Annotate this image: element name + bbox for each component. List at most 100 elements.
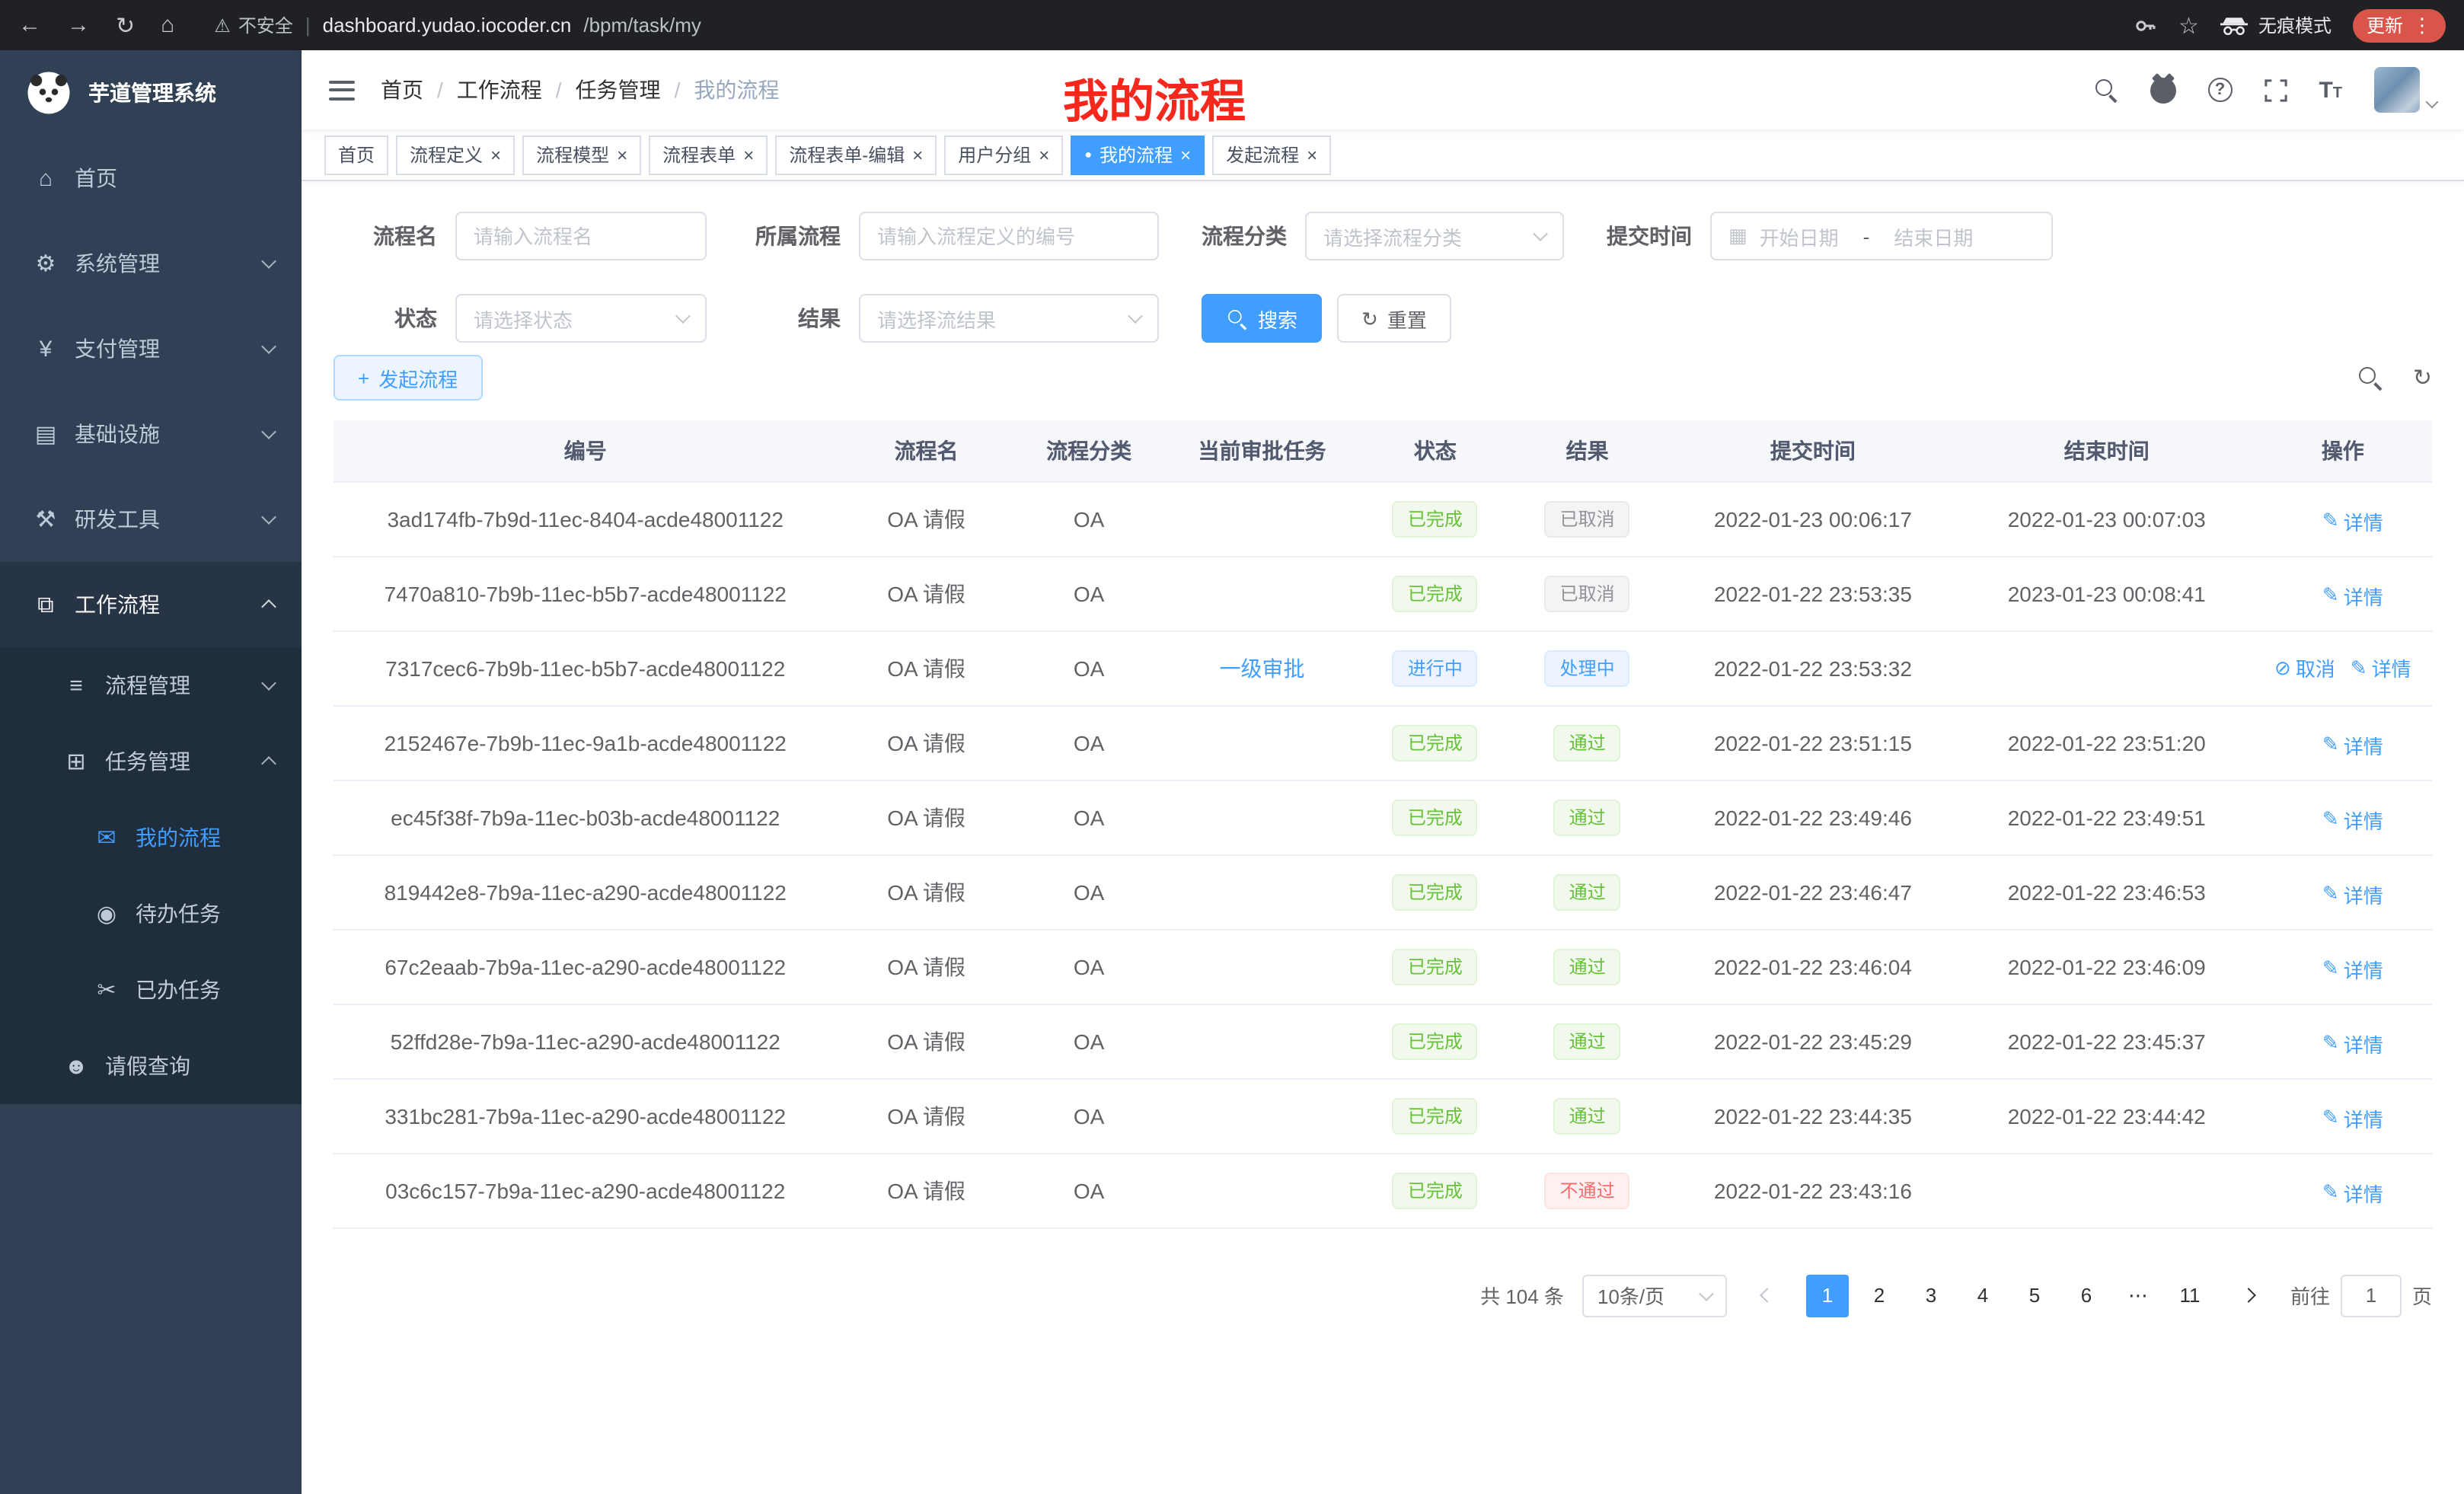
detail-link[interactable]: ✎详情 — [2322, 1179, 2383, 1208]
password-key-icon[interactable] — [2133, 13, 2157, 37]
refresh-table-icon[interactable]: ↻ — [2413, 364, 2432, 391]
sidebar-item[interactable]: ¥ 支付管理 — [0, 306, 302, 391]
font-size-icon[interactable] — [2319, 78, 2342, 101]
result-badge: 已取消 — [1545, 500, 1630, 537]
sidebar-subitem[interactable]: ✉ 我的流程 — [0, 800, 302, 876]
sidebar-item-label: 研发工具 — [75, 504, 250, 535]
avatar[interactable] — [2374, 67, 2420, 113]
close-icon[interactable]: × — [912, 145, 923, 164]
create-process-button[interactable]: + 发起流程 — [334, 355, 482, 401]
browser-back-icon[interactable]: ← — [18, 12, 41, 38]
search-button[interactable]: 搜索 — [1202, 294, 1322, 343]
cell-status: 已完成 — [1361, 854, 1508, 929]
prev-page-button[interactable] — [1745, 1274, 1788, 1317]
detail-link[interactable]: ✎详情 — [2322, 507, 2383, 536]
browser-menu-icon[interactable]: ⋮ — [2412, 13, 2432, 37]
tab[interactable]: 发起流程 × — [1212, 135, 1331, 174]
sidebar-subitem-icon: ✂ — [91, 976, 122, 1004]
page-button[interactable]: 1 — [1806, 1274, 1849, 1317]
tab[interactable]: 用户分组 × — [944, 135, 1063, 174]
task-link[interactable]: 一级审批 — [1220, 656, 1305, 680]
next-page-button[interactable] — [2229, 1274, 2272, 1317]
browser-reload-icon[interactable]: ↻ — [116, 11, 135, 39]
filter-form: 流程名 所属流程 流程分类 请选择流程分类 提交时间 ▦ 开始日期 - 结束日期 — [302, 181, 2464, 343]
toggle-search-icon[interactable] — [2360, 366, 2383, 389]
sidebar-subitem[interactable]: ⊞ 任务管理 — [0, 723, 302, 800]
tab[interactable]: 流程定义 × — [396, 135, 515, 174]
fullscreen-icon[interactable] — [2264, 78, 2287, 101]
jump-page-input[interactable] — [2341, 1274, 2402, 1317]
sidebar-subitem[interactable]: ≡ 流程管理 — [0, 647, 302, 723]
sidebar-subitem[interactable]: ✂ 已办任务 — [0, 952, 302, 1028]
status-select[interactable]: 请选择状态 — [455, 294, 707, 343]
breadcrumb-item[interactable]: 任务管理 / — [576, 75, 694, 105]
close-icon[interactable]: × — [743, 145, 754, 164]
page-button[interactable]: 5 — [2013, 1274, 2056, 1317]
result-select[interactable]: 请选择流结果 — [859, 294, 1159, 343]
user-menu[interactable] — [2374, 67, 2437, 113]
cell-status: 已完成 — [1361, 780, 1508, 854]
page-button[interactable]: 2 — [1858, 1274, 1901, 1317]
breadcrumb-item[interactable]: 首页 / — [381, 75, 457, 105]
detail-link[interactable]: ✎详情 — [2322, 880, 2383, 909]
address-bar[interactable]: ⚠ 不安全 | dashboard.yudao.iocoder.cn/bpm/t… — [214, 12, 701, 38]
tab[interactable]: 首页 — [324, 135, 388, 174]
sidebar-subitem[interactable]: ◉ 待办任务 — [0, 876, 302, 952]
sidebar-item[interactable]: ⧉ 工作流程 — [0, 562, 302, 647]
sidebar-item-label: 工作流程 — [75, 589, 250, 620]
page-button[interactable]: 11 — [2169, 1274, 2211, 1317]
page-button[interactable]: 4 — [1961, 1274, 2004, 1317]
browser-update-button[interactable]: 更新 ⋮ — [2353, 8, 2446, 42]
sidebar-item[interactable]: ⚒ 研发工具 — [0, 477, 302, 562]
detail-label: 详情 — [2344, 582, 2383, 611]
close-icon[interactable]: × — [617, 145, 627, 164]
page-button[interactable]: 6 — [2065, 1274, 2108, 1317]
hamburger-icon[interactable] — [329, 80, 355, 100]
app-logo[interactable]: 芋道管理系统 — [0, 50, 302, 136]
bookmark-star-icon[interactable]: ☆ — [2178, 11, 2199, 39]
name-input[interactable] — [474, 225, 688, 247]
browser-home-icon[interactable]: ⌂ — [161, 12, 174, 38]
sidebar-subitem[interactable]: ☻ 请假查询 — [0, 1028, 302, 1104]
date-range-picker[interactable]: ▦ 开始日期 - 结束日期 — [1710, 212, 2053, 260]
breadcrumb-item[interactable]: 工作流程 / — [457, 75, 576, 105]
close-icon[interactable]: × — [1180, 145, 1191, 164]
close-icon[interactable]: × — [1307, 145, 1317, 164]
cell-id: ec45f38f-7b9a-11ec-b03b-acde48001122 — [334, 780, 837, 854]
definition-input[interactable] — [877, 225, 1141, 247]
github-icon[interactable] — [2150, 77, 2175, 103]
detail-link[interactable]: ✎详情 — [2322, 955, 2383, 984]
address-divider: | — [305, 14, 311, 37]
page-size-select[interactable]: 10条/页 — [1582, 1274, 1727, 1317]
search-icon[interactable] — [2095, 78, 2118, 101]
tab[interactable]: 流程表单-编辑 × — [775, 135, 937, 174]
help-icon[interactable]: ? — [2207, 78, 2232, 102]
chevron-icon — [261, 509, 276, 525]
status-badge: 已完成 — [1393, 575, 1478, 611]
app-title: 芋道管理系统 — [88, 78, 216, 108]
cell-result: 已取消 — [1508, 556, 1666, 630]
tab[interactable]: 流程模型 × — [522, 135, 641, 174]
detail-link[interactable]: ✎详情 — [2351, 653, 2411, 682]
detail-link[interactable]: ✎详情 — [2322, 1104, 2383, 1133]
sidebar-item[interactable]: ⌂ 首页 — [0, 136, 302, 221]
cell-status: 已完成 — [1361, 1153, 1508, 1227]
detail-link[interactable]: ✎详情 — [2322, 1030, 2383, 1058]
page-button[interactable]: ⋯ — [2117, 1274, 2159, 1317]
close-icon[interactable]: × — [1039, 145, 1049, 164]
sidebar-item[interactable]: ▤ 基础设施 — [0, 391, 302, 477]
tab[interactable]: ● 我的流程 × — [1071, 135, 1205, 174]
detail-link[interactable]: ✎详情 — [2322, 582, 2383, 611]
tab[interactable]: 流程表单 × — [649, 135, 768, 174]
breadcrumb-item[interactable]: 我的流程 / — [694, 75, 779, 105]
detail-link[interactable]: ✎详情 — [2322, 731, 2383, 760]
reset-button[interactable]: ↻ 重置 — [1337, 294, 1451, 343]
page-button[interactable]: 3 — [1910, 1274, 1952, 1317]
cancel-link[interactable]: ⊘取消 — [2274, 653, 2335, 682]
category-select[interactable]: 请选择流程分类 — [1305, 212, 1564, 260]
sidebar-item[interactable]: ⚙ 系统管理 — [0, 221, 302, 306]
browser-forward-icon[interactable]: → — [67, 12, 90, 38]
close-icon[interactable]: × — [490, 145, 501, 164]
cell-result: 不通过 — [1508, 1153, 1666, 1227]
detail-link[interactable]: ✎详情 — [2322, 806, 2383, 835]
